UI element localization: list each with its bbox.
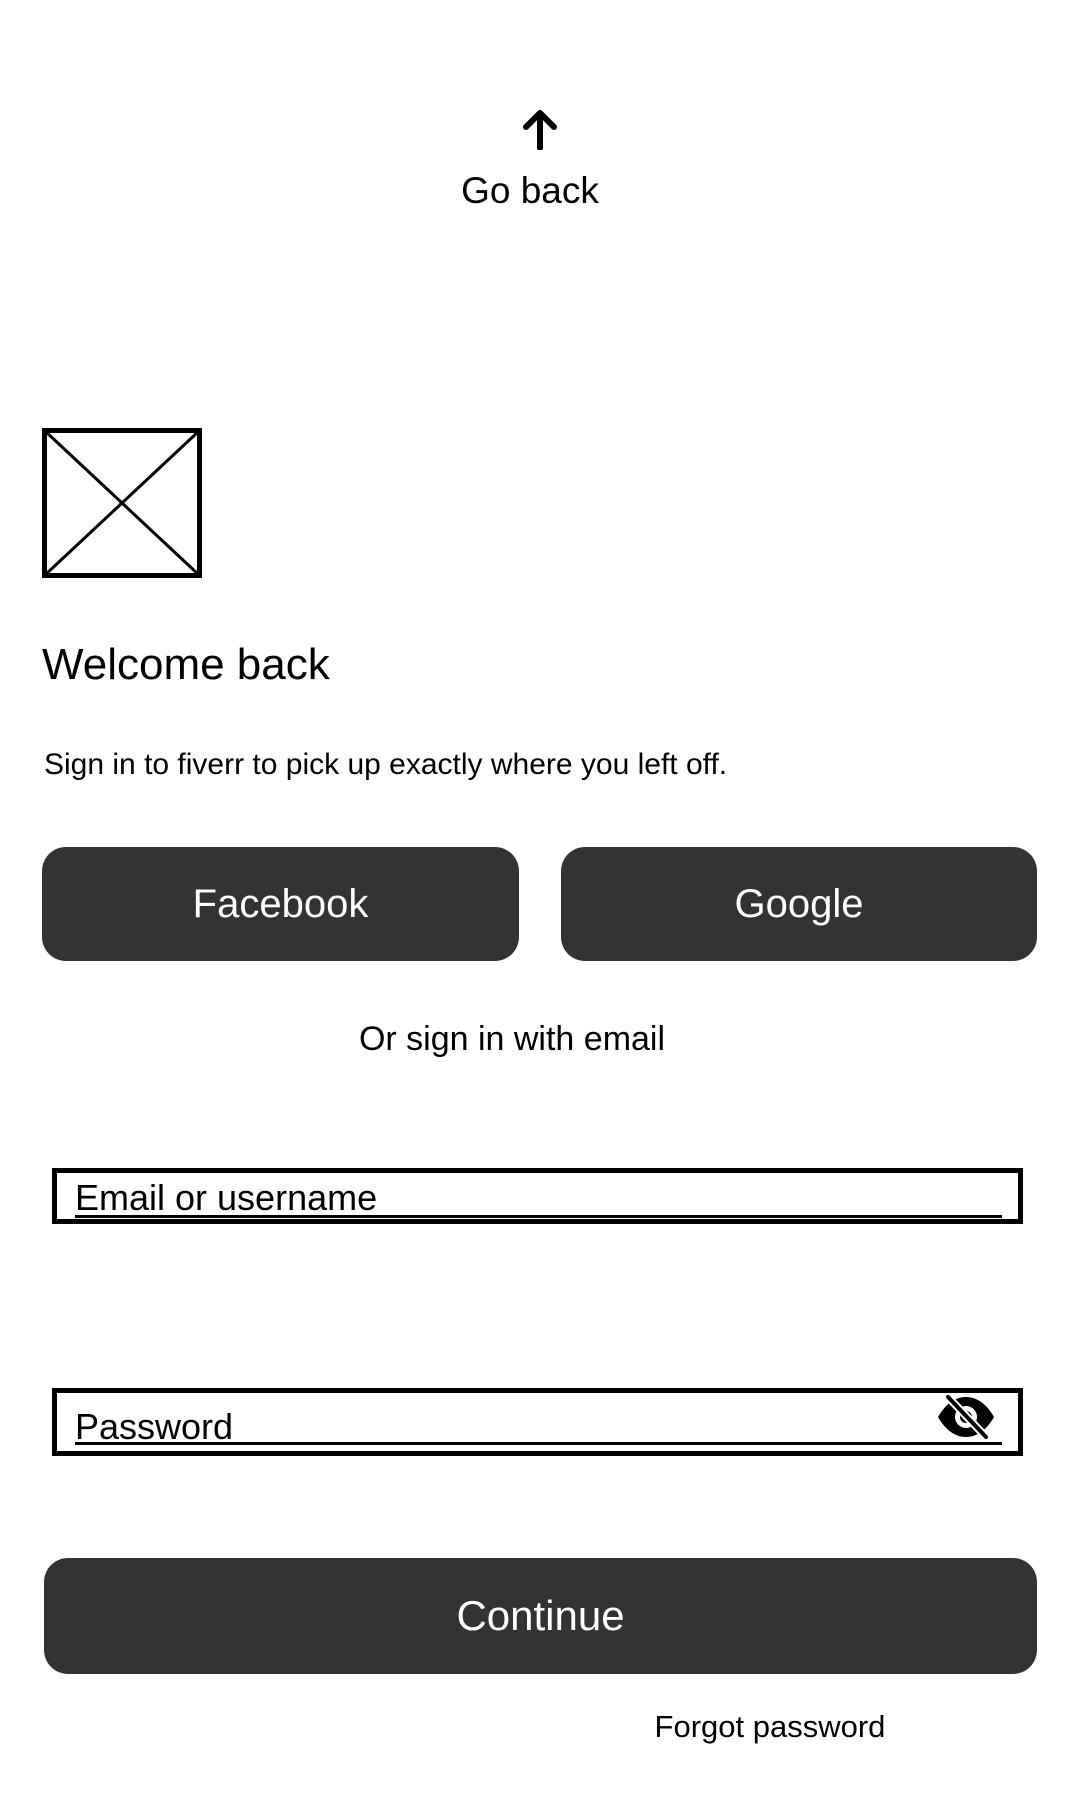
email-field-label: Email or username [75,1177,378,1218]
forgot-password-link[interactable]: Forgot password [630,1706,910,1748]
password-field[interactable]: Password [52,1388,1023,1456]
google-signin-button[interactable]: Google [561,847,1037,961]
password-field-underline [75,1442,1002,1445]
eye-slash-icon[interactable] [936,1393,996,1441]
arrow-up-icon[interactable] [522,108,558,151]
facebook-signin-button[interactable]: Facebook [42,847,519,961]
page-subtitle: Sign in to fiverr to pick up exactly whe… [44,748,728,781]
page-title: Welcome back [42,640,330,689]
image-placeholder-icon [42,428,202,578]
password-field-label: Password [75,1406,234,1447]
continue-button[interactable]: Continue [44,1558,1037,1674]
email-signin-divider: Or sign in with email [358,1020,666,1058]
email-field-underline [75,1215,1002,1218]
go-back-link[interactable]: Go back [400,166,660,216]
email-field[interactable]: Email or username [52,1168,1023,1224]
